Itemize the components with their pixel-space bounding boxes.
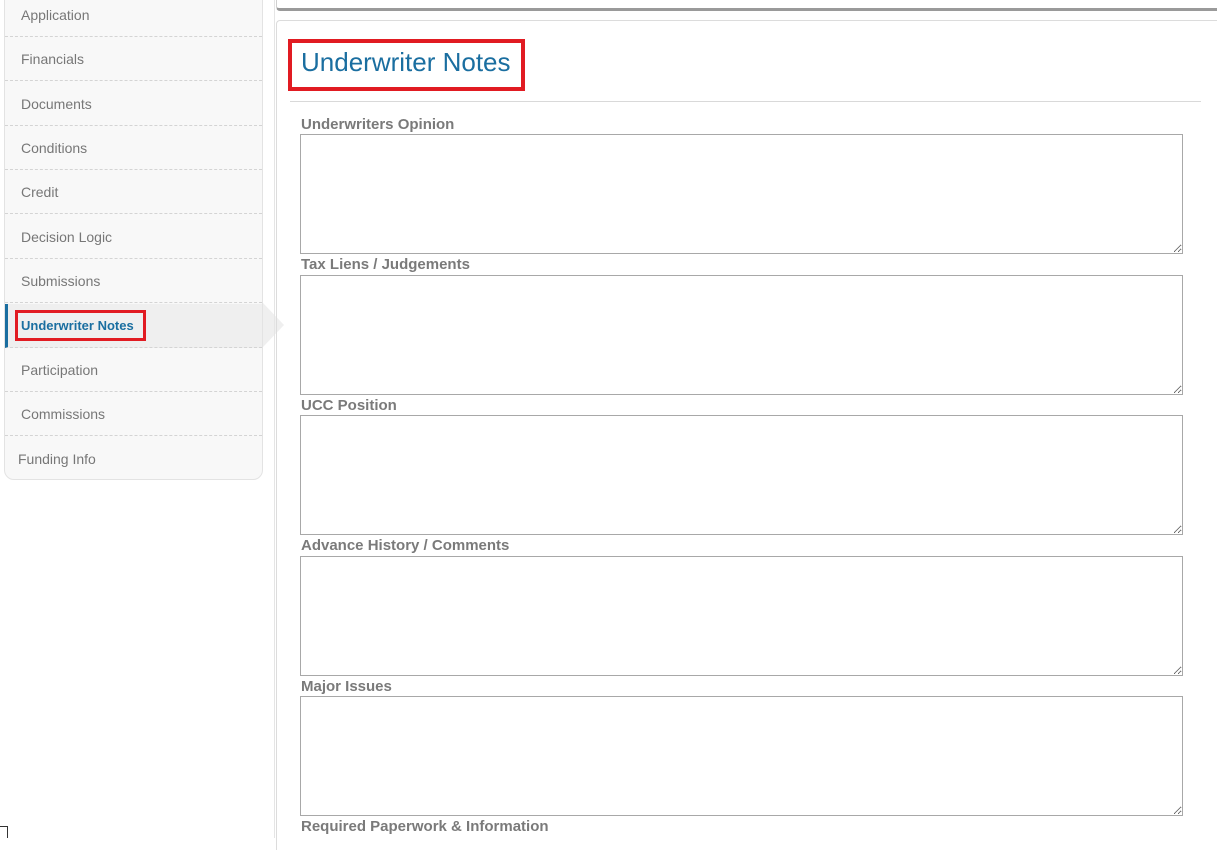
title-divider (290, 101, 1201, 102)
sidebar-item-label: Decision Logic (21, 228, 113, 245)
sidebar-item-label: Funding Info (18, 451, 96, 467)
corner-bracket-icon (0, 826, 8, 838)
sidebar-item-decision-logic[interactable]: Decision Logic (5, 215, 262, 259)
page-title-container: Underwriter Notes (288, 39, 525, 91)
sidebar-item-label: Conditions (21, 139, 88, 156)
sidebar-item-participation[interactable]: Participation (5, 348, 262, 392)
advance-history-label: Advance History / Comments (301, 537, 510, 554)
sidebar-item-label: Submissions (21, 272, 101, 289)
sidebar-item-label: Documents (21, 95, 92, 112)
underwriters-opinion-label: Underwriters Opinion (301, 116, 455, 133)
sidebar-item-label: Participation (21, 361, 99, 378)
sidebar-item-label: Commissions (21, 405, 106, 422)
sidebar-item-application[interactable]: Application (5, 0, 262, 37)
tax-liens-label: Tax Liens / Judgements (301, 256, 470, 273)
tax-liens-textarea[interactable] (300, 275, 1183, 395)
major-issues-label: Major Issues (301, 678, 392, 695)
sidebar-item-label: Underwriter Notes (15, 310, 146, 341)
ucc-position-textarea[interactable] (300, 415, 1183, 535)
sidebar-item-credit[interactable]: Credit (5, 170, 262, 214)
sidebar-item-commissions[interactable]: Commissions (5, 392, 262, 436)
page-title: Underwriter Notes (301, 47, 511, 77)
sidebar-nav: Application Financials Documents Conditi… (4, 0, 263, 480)
advance-history-textarea[interactable] (300, 556, 1183, 676)
sidebar-item-label: Financials (21, 50, 85, 67)
sidebar-item-funding-info[interactable]: Funding Info (5, 437, 262, 481)
sidebar-item-label: Application (21, 6, 90, 23)
underwriters-opinion-textarea[interactable] (300, 134, 1183, 254)
sidebar-item-conditions[interactable]: Conditions (5, 126, 262, 170)
sidebar-item-financials[interactable]: Financials (5, 37, 262, 81)
top-panel-edge (276, 0, 1217, 11)
sidebar-item-label: Credit (21, 183, 59, 200)
sidebar-item-underwriter-notes[interactable]: Underwriter Notes (5, 304, 262, 348)
required-paperwork-label: Required Paperwork & Information (301, 818, 549, 835)
column-divider (274, 0, 275, 838)
ucc-position-label: UCC Position (301, 397, 397, 414)
sidebar-item-submissions[interactable]: Submissions (5, 259, 262, 303)
sidebar-item-documents[interactable]: Documents (5, 82, 262, 126)
major-issues-textarea[interactable] (300, 696, 1183, 816)
